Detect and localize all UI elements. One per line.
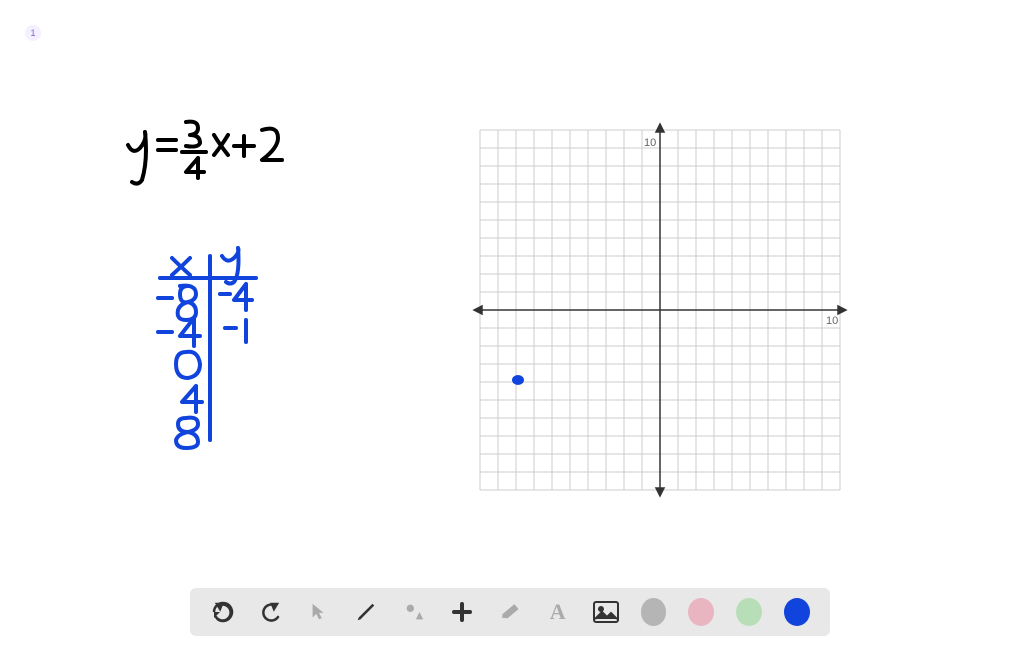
- whiteboard-canvas[interactable]: 10 10: [0, 0, 1024, 580]
- image-icon: [593, 601, 619, 623]
- origin-marker: [657, 307, 663, 313]
- color-pink[interactable]: [688, 598, 714, 626]
- color-gray[interactable]: [641, 598, 667, 626]
- pointer-icon: [308, 601, 330, 623]
- color-green[interactable]: [736, 598, 762, 626]
- image-button[interactable]: [593, 598, 619, 626]
- text-icon: A: [550, 599, 566, 625]
- coordinate-plane[interactable]: 10 10: [470, 120, 850, 500]
- color-blue[interactable]: [784, 598, 810, 626]
- plus-icon: [450, 600, 474, 624]
- pencil-button[interactable]: [354, 598, 380, 626]
- pointer-button[interactable]: [306, 598, 332, 626]
- plotted-point: [512, 375, 524, 385]
- drawing-toolbar: A: [190, 588, 830, 636]
- text-button[interactable]: A: [545, 598, 571, 626]
- redo-button[interactable]: [258, 598, 284, 626]
- table-strokes: [158, 248, 256, 448]
- shapes-icon: [403, 601, 425, 623]
- undo-icon: [211, 600, 235, 624]
- equation-strokes: [128, 122, 282, 184]
- redo-icon: [259, 600, 283, 624]
- x-axis-label: 10: [826, 315, 838, 327]
- undo-button[interactable]: [210, 598, 236, 626]
- y-axis-label: 10: [644, 137, 656, 149]
- eraser-icon: [499, 601, 521, 623]
- eraser-button[interactable]: [497, 598, 523, 626]
- pencil-icon: [355, 601, 377, 623]
- shapes-button[interactable]: [401, 598, 427, 626]
- add-button[interactable]: [449, 598, 475, 626]
